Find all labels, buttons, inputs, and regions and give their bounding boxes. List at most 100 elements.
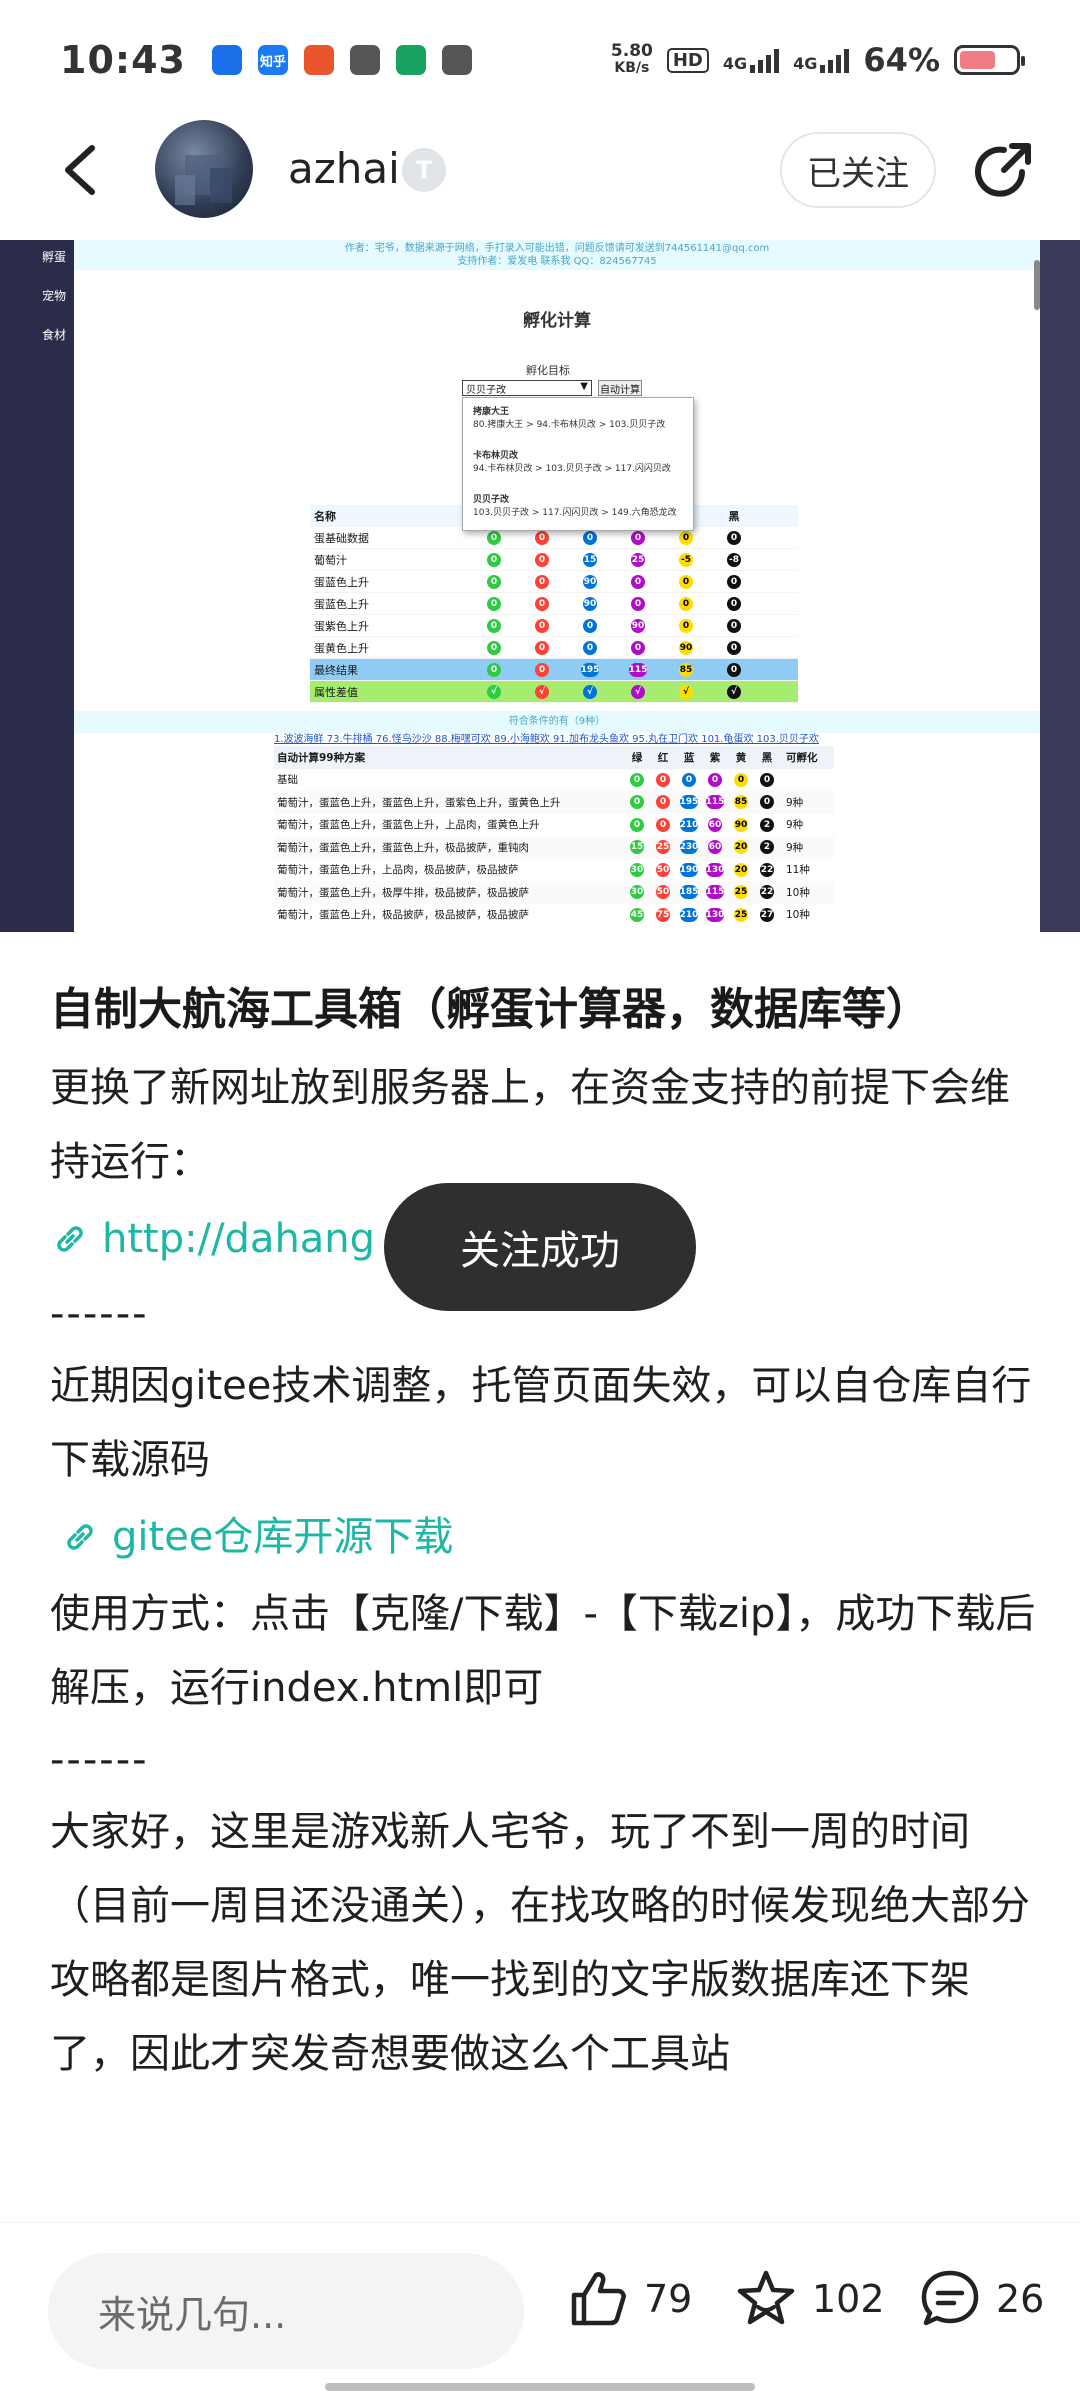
value-cell: 0 (727, 531, 741, 545)
value-cell: 0 (535, 597, 549, 611)
plan-cell: 葡萄汁，蛋蓝色上升，极厚牛排，极品披萨，极品披萨 (277, 886, 529, 899)
back-arrow-icon[interactable] (56, 142, 106, 198)
value-cell: 25 (656, 840, 670, 855)
possible-cell: 9种 (786, 796, 804, 809)
value-cell: 27 (760, 907, 774, 922)
option-name: 贝贝子改 (473, 495, 510, 505)
home-indicator[interactable] (325, 2383, 755, 2391)
article-title: 自制大航海工具箱（孵蛋计算器，数据库等） (50, 984, 930, 1035)
follow-button[interactable]: 已关注 (780, 132, 936, 208)
image-sidebar-item: 食材 (42, 328, 67, 342)
row-name: 蛋蓝色上升 (314, 597, 369, 611)
value-cell: 0 (727, 597, 741, 611)
value-cell: 25 (631, 553, 645, 567)
value-cell: 0 (487, 641, 501, 655)
battery-icon (954, 45, 1025, 75)
value-cell: 0 (535, 663, 549, 677)
net-speed-value: 5.80 (610, 41, 653, 61)
image-dropdown-option: 贝贝子改 103.贝贝子改 > 117.闪闪贝改 > 149.六角恐龙改 (473, 494, 683, 520)
value-cell: 0 (630, 795, 644, 810)
network-speed: 5.80 KB/s (611, 43, 653, 77)
auto-table-row: 基础 0 0 0 0 0 0 (274, 768, 834, 791)
value-cell: 210 (679, 907, 699, 922)
like-button[interactable]: 79 (566, 2267, 692, 2331)
value-cell: 90 (631, 619, 645, 633)
image-sidebar-item: 宠物 (42, 289, 67, 303)
value-cell: 0 (487, 553, 501, 567)
option-name: 拷康大王 (473, 407, 510, 417)
table-row: 蛋蓝色上升 0 0 90 0 0 0 (310, 593, 798, 615)
link-icon (57, 1226, 83, 1252)
value-cell: 0 (679, 575, 693, 589)
username[interactable]: azhai (288, 144, 400, 193)
value-cell: 90 (679, 641, 693, 655)
header-cell: 紫 (709, 751, 721, 764)
value-cell: 0 (487, 597, 501, 611)
notification-icons: 知乎 (211, 45, 472, 75)
money-icon (395, 45, 426, 75)
value-cell: 0 (727, 663, 741, 677)
value-cell: -8 (727, 553, 741, 567)
comment-button[interactable]: 26 (918, 2267, 1044, 2331)
favorite-button[interactable]: 102 (734, 2267, 885, 2331)
link-icon (67, 1524, 93, 1550)
paragraph: 更换了新网址放到服务器上，在资金支持的前提下会维持运行： (50, 1065, 1010, 1185)
share-icon[interactable] (970, 138, 1036, 204)
value-cell: 195 (679, 795, 699, 810)
bottom-action-bar: 来说几句... 79 102 26 (0, 2222, 1080, 2400)
value-cell: 0 (679, 597, 693, 611)
status-bar: 10:43 知乎 5.80 KB/s HD 4G 4G 64% (0, 0, 1080, 120)
value-cell: 0 (631, 641, 645, 655)
value-cell: 60 (708, 840, 722, 855)
row-name: 蛋紫色上升 (314, 619, 369, 633)
header-cell: 黄 (735, 751, 747, 764)
value-cell: 0 (535, 641, 549, 655)
website-link-text[interactable]: http://dahang (102, 1199, 375, 1279)
app-icon (349, 45, 380, 75)
value-cell: 115 (705, 885, 725, 900)
value-cell: 115 (705, 795, 725, 810)
hd-icon: HD (666, 47, 709, 73)
row-name: 葡萄汁 (314, 553, 347, 567)
table-header-cell: 名称 (314, 509, 336, 523)
status-indicators: 5.80 KB/s HD 4G 4G 64% (611, 41, 1025, 79)
value-cell: 0 (535, 531, 549, 545)
favorite-count: 102 (812, 2277, 885, 2321)
value-cell: 25 (734, 907, 748, 922)
value-cell: 0 (487, 575, 501, 589)
value-cell: 0 (535, 619, 549, 633)
comment-input[interactable]: 来说几句... (48, 2253, 524, 2369)
value-cell: 0 (727, 619, 741, 633)
value-cell: 230 (679, 840, 699, 855)
value-cell: 0 (679, 531, 693, 545)
gitee-link[interactable]: gitee仓库开源下载 (50, 1497, 1040, 1577)
option-path: 103.贝贝子改 > 117.闪闪贝改 > 149.六角恐龙改 (473, 508, 677, 518)
value-cell: 90 (734, 817, 748, 832)
row-name: 最终结果 (314, 663, 358, 677)
value-cell: 45 (630, 907, 644, 922)
value-cell: 0 (656, 772, 670, 787)
gallery-icon (441, 45, 472, 75)
zhihu-icon: 知乎 (257, 45, 288, 75)
table-row: 蛋黄色上升 0 0 0 0 90 0 (310, 637, 798, 659)
plan-cell: 葡萄汁，蛋蓝色上升，蛋蓝色上升，上品肉，蛋黄色上升 (277, 819, 540, 832)
post-image[interactable]: 孵蛋 宠物 食材 作者：宅爷，数据来源于网络，手打录入可能出错，问题反馈请可发送… (0, 240, 1080, 932)
sim1-label: 4G (722, 54, 748, 73)
value-cell: 0 (734, 772, 748, 787)
net-speed-unit: KB/s (614, 60, 650, 76)
value-cell: √ (535, 685, 549, 699)
image-target-label: 孵化目标 (526, 364, 570, 377)
value-cell: 25 (734, 885, 748, 900)
avatar[interactable] (155, 120, 253, 218)
value-cell: 0 (487, 619, 501, 633)
image-scrollbar (1034, 260, 1040, 310)
value-cell: √ (487, 685, 501, 699)
value-cell: √ (631, 685, 645, 699)
comment-icon (921, 2270, 979, 2326)
sim2-label: 4G (793, 54, 818, 73)
possible-cell: 9种 (786, 841, 804, 854)
value-cell: 0 (583, 641, 597, 655)
value-cell: 0 (727, 641, 741, 655)
gitee-link-text[interactable]: gitee仓库开源下载 (112, 1497, 453, 1577)
value-cell: 22 (760, 885, 774, 900)
